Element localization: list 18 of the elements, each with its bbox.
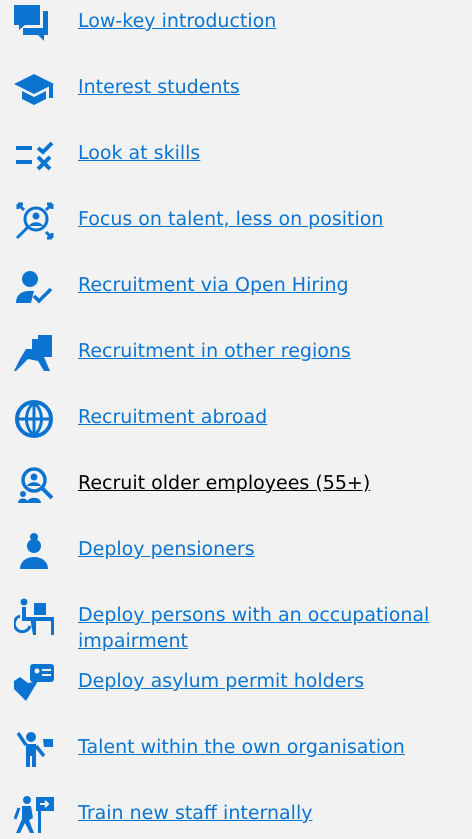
link[interactable]: Train new staff internally xyxy=(78,800,312,826)
link[interactable]: Talent within the own organisation xyxy=(78,734,405,760)
link[interactable]: Recruitment in other regions xyxy=(78,338,351,364)
link[interactable]: Deploy pensioners xyxy=(78,536,255,562)
person-sign-icon xyxy=(14,795,54,835)
link[interactable]: Deploy asylum permit holders xyxy=(78,668,364,694)
person-thumbs-up-icon xyxy=(14,729,54,769)
link[interactable]: Interest students xyxy=(78,74,240,100)
link[interactable]: Recruit older employees (55+) xyxy=(78,470,370,496)
globe-icon xyxy=(14,399,54,439)
link[interactable]: Deploy persons with an occupational impairment xyxy=(78,602,472,654)
link[interactable]: Focus on talent, less on position xyxy=(78,206,384,232)
link[interactable]: Recruitment abroad xyxy=(78,404,268,430)
person-search-icon xyxy=(14,201,54,241)
link[interactable]: Look at skills xyxy=(78,140,200,166)
wheelchair-desk-icon xyxy=(14,597,54,637)
link[interactable]: Low-key introduction xyxy=(78,8,276,34)
link[interactable]: Recruitment via Open Hiring xyxy=(78,272,349,298)
